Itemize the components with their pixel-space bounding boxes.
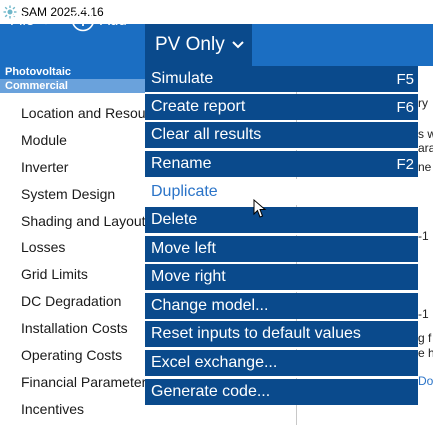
menu-item-label: Excel exchange... <box>151 354 278 371</box>
menu-item-delete[interactable]: Delete <box>145 207 418 233</box>
sidebar-financial-header: Commercial <box>0 79 145 93</box>
sidebar: Photovoltaic Commercial Location and Res… <box>0 66 145 425</box>
menu-item-move-left[interactable]: Move left <box>145 236 418 262</box>
chevron-down-icon <box>40 16 52 24</box>
title-bar: SAM 2025.4.16 <box>0 0 433 24</box>
menu-item-clear-results[interactable]: Clear all results <box>145 122 418 148</box>
menu-item-label: Clear all results <box>151 126 262 143</box>
menu-item-excel-exchange[interactable]: Excel exchange... <box>145 350 418 376</box>
menu-item-label: Generate code... <box>151 383 271 400</box>
case-tab-label: PV Only <box>155 34 225 55</box>
chevron-down-icon <box>231 41 244 49</box>
add-case-button[interactable]: Add <box>71 8 127 32</box>
menu-item-duplicate[interactable]: Duplicate <box>145 179 418 205</box>
partial-text: ry <box>418 96 428 110</box>
menu-separator <box>145 148 418 150</box>
partial-text: g f <box>418 331 432 345</box>
sidebar-item-shading[interactable]: Shading and Layout <box>21 213 145 229</box>
menu-item-generate-code[interactable]: Generate code... <box>145 379 418 405</box>
menu-item-simulate[interactable]: Simulate F5 <box>145 66 418 92</box>
partial-text: ara <box>418 141 433 155</box>
menu-item-label: Move right <box>151 268 226 285</box>
menu-item-shortcut: F2 <box>396 155 414 173</box>
menu-item-rename[interactable]: Rename F2 <box>145 151 418 177</box>
menu-item-shortcut: F6 <box>396 98 414 116</box>
sidebar-item-dc-degradation[interactable]: DC Degradation <box>21 293 145 309</box>
sidebar-item-financial-parameters[interactable]: Financial Parameters <box>21 374 145 390</box>
sidebar-item-operating-costs[interactable]: Operating Costs <box>21 347 145 363</box>
menu-item-label: Simulate <box>151 70 214 87</box>
partial-text: e h <box>418 346 433 360</box>
partial-text: -1 <box>418 229 429 243</box>
menu-item-label: Duplicate <box>151 183 218 200</box>
menu-item-label: Move left <box>151 240 216 257</box>
partial-text: ne <box>418 160 432 174</box>
mouse-pointer-icon <box>253 199 267 218</box>
menu-separator <box>145 233 418 235</box>
menu-separator <box>145 290 418 292</box>
file-menu-button[interactable]: File <box>10 12 52 29</box>
file-label: File <box>10 12 35 29</box>
sidebar-item-location[interactable]: Location and Resource <box>21 105 145 121</box>
menu-item-label: Reset inputs to default values <box>151 325 361 342</box>
sidebar-item-grid-limits[interactable]: Grid Limits <box>21 266 145 282</box>
partial-text: s w <box>418 127 433 141</box>
menu-item-reset-inputs[interactable]: Reset inputs to default values <box>145 321 418 347</box>
menu-item-shortcut: F5 <box>396 70 414 88</box>
case-context-menu: Simulate F5 Create report F6 Clear all r… <box>145 66 418 409</box>
add-label: Add <box>100 11 127 29</box>
menu-separator <box>145 347 418 349</box>
case-tab-pv-only[interactable]: PV Only <box>145 24 252 66</box>
sidebar-item-module[interactable]: Module <box>21 132 145 148</box>
menu-item-label: Delete <box>151 211 198 228</box>
sidebar-item-losses[interactable]: Losses <box>21 239 145 255</box>
sidebar-item-installation-costs[interactable]: Installation Costs <box>21 320 145 336</box>
menu-item-move-right[interactable]: Move right <box>145 264 418 290</box>
sidebar-item-system-design[interactable]: System Design <box>21 186 145 202</box>
sidebar-item-inverter[interactable]: Inverter <box>21 159 145 175</box>
menu-item-label: Change model... <box>151 297 269 314</box>
sidebar-technology-header: Photovoltaic <box>0 66 145 79</box>
menu-item-change-model[interactable]: Change model... <box>145 293 418 319</box>
add-circle-icon <box>71 8 95 32</box>
menu-separator <box>145 376 418 378</box>
menu-item-label: Rename <box>151 155 212 172</box>
menu-item-create-report[interactable]: Create report F6 <box>145 94 418 120</box>
sidebar-item-incentives[interactable]: Incentives <box>21 401 145 417</box>
menu-item-label: Create report <box>151 98 246 115</box>
partial-link[interactable]: Do <box>418 374 433 388</box>
partial-text: -1 <box>418 307 429 321</box>
